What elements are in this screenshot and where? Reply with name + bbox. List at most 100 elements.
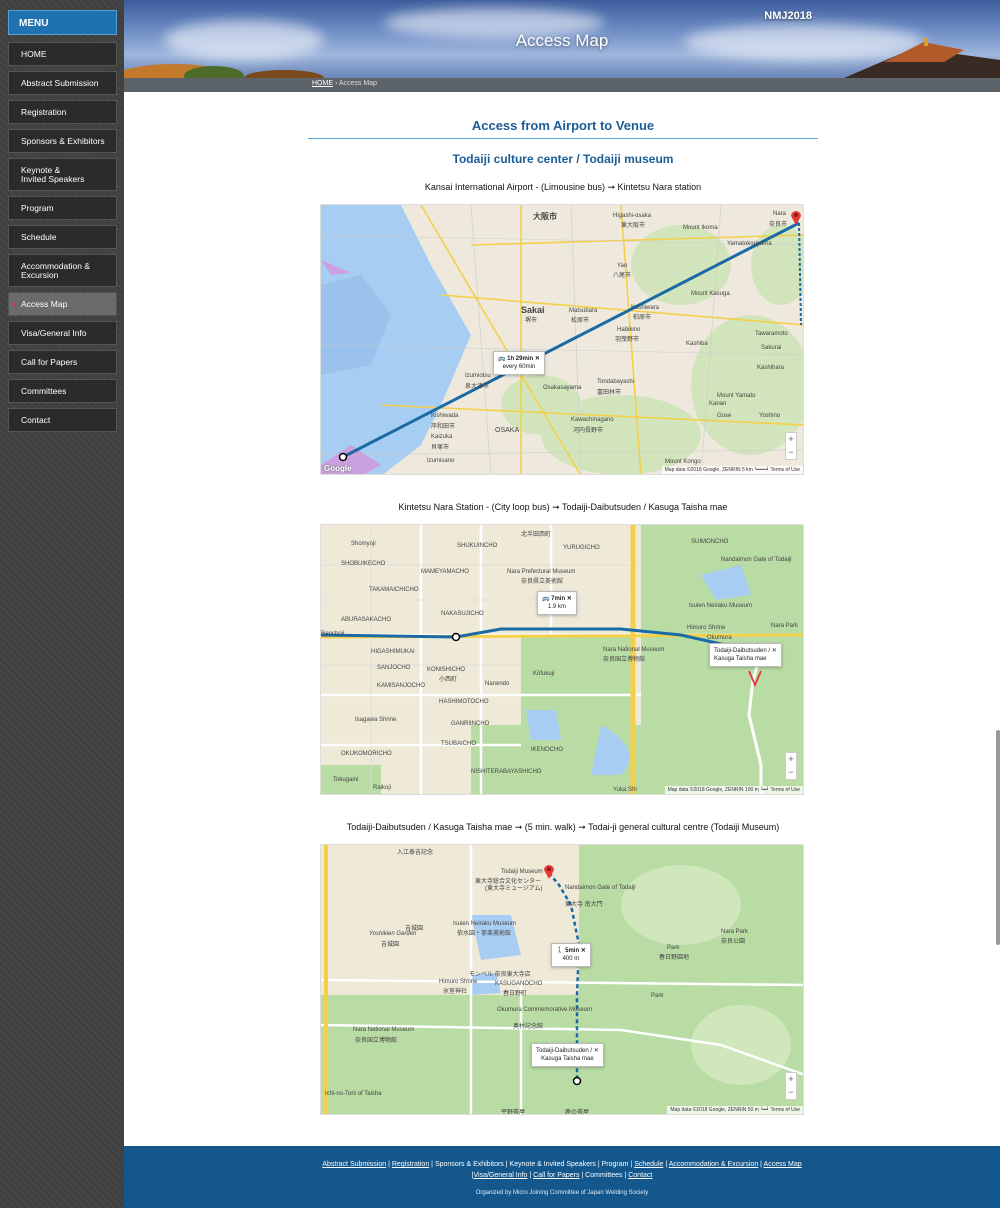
map-label: TSUBAICHO [441, 741, 477, 747]
sidebar-item-label: Access Map [21, 298, 68, 309]
map-label: 堺市 [525, 318, 538, 324]
map-label: Nanendo [485, 681, 510, 687]
map-attribution[interactable]: Map data ©2018 Google, ZENRIN 100 m ┕━┙ … [664, 786, 803, 794]
route-label-2: Kintetsu Nara Station - (City loop bus) … [398, 502, 728, 512]
map-label: 氷室神社 [443, 989, 468, 995]
map-label: モンベル 奈良東大寺店 [469, 972, 531, 978]
map-label: 河内長野市 [573, 428, 604, 434]
route-info-bubble[interactable]: 🚌 1h 29min ✕ every 60min [493, 351, 545, 375]
sidebar-item-home[interactable]: HOME [8, 42, 117, 66]
map-nara-to-todaiji[interactable]: SHUKUINCHO YURUGICHO 北半田西町 Shomyoji SHOB… [320, 524, 804, 795]
map-label: Matsubara [569, 308, 598, 314]
footer-link-call-for-papers[interactable]: Call for Papers [533, 1172, 579, 1179]
destination-marker-icon[interactable] [543, 863, 555, 879]
zoom-out-button[interactable]: − [786, 766, 796, 779]
map-label: Mount Yamato [717, 393, 756, 399]
map-label: Kashiba [686, 341, 708, 347]
footer-link-program[interactable]: Program [602, 1161, 629, 1168]
map-walk-to-museum[interactable]: 入江泰吉記念 Todaiji Museum 東大寺総合文化センター (東大寺ミュ… [320, 844, 804, 1115]
map-label: Tawaramoto [755, 331, 788, 337]
brand-label: NMJ2018 [764, 10, 812, 22]
footer-link-access-map[interactable]: Access Map [764, 1161, 802, 1168]
map-label: Yoshino [759, 413, 781, 419]
zoom-controls[interactable]: + − [785, 432, 797, 460]
footer-link-accommodation[interactable]: Accommodation & Excursion [669, 1161, 758, 1168]
sidebar-item-keynote[interactable]: Keynote & Invited Speakers [8, 158, 117, 191]
route-frequency: every 60min [502, 364, 536, 370]
sidebar-item-schedule[interactable]: Schedule [8, 225, 117, 249]
map-label: 奈良市 [769, 222, 788, 228]
sidebar-item-access-map[interactable]: Access Map [8, 292, 117, 316]
map-label: Sakai [521, 305, 545, 315]
map-airport-to-nara[interactable]: 大阪市 Higashi-osaka 東大阪市 Nara 奈良市 Mount Ik… [320, 204, 804, 475]
footer-link-registration[interactable]: Registration [392, 1161, 429, 1168]
map-label: ABURASAKACHO [341, 617, 392, 623]
map-label: Raikoji [373, 785, 392, 791]
map-attribution[interactable]: Map data ©2018 Google, ZENRIN 50 m ┕━┙ T… [667, 1106, 803, 1114]
sidebar-item-call-for-papers[interactable]: Call for Papers [8, 350, 117, 374]
sidebar-item-label: Accommodation & Excursion [21, 260, 90, 280]
map-label: Isuien Neiraku Museum [453, 921, 517, 927]
footer-link-contact[interactable]: Contact [628, 1172, 652, 1179]
route-label-1: Kansai International Airport - (Limousin… [424, 182, 702, 192]
sidebar-item-label: Committees [21, 385, 67, 396]
map-label: Nandaimon Gate of Todaiji [721, 557, 792, 563]
footer-link-keynote[interactable]: Keynote & Invited Speakers [510, 1161, 596, 1168]
route-info-bubble[interactable]: 🚌 7min ✕ 1.9 km [537, 591, 577, 615]
map-label: YURUGICHO [563, 545, 600, 551]
destination-bubble[interactable]: Todaiji-Daibutsuden / ✕ Kasuga Taisha ma… [531, 1043, 604, 1067]
zoom-controls[interactable]: + − [785, 752, 797, 780]
map-label: Nara National Museum [603, 647, 665, 653]
map-label: 春日野町 [503, 991, 528, 997]
map-label: Yamatokoriyama [727, 241, 772, 247]
scrollbar[interactable] [996, 730, 1000, 945]
footer-link-sponsors[interactable]: Sponsors & Exhibitors [435, 1161, 504, 1168]
zoom-in-button[interactable]: + [786, 433, 796, 446]
footer-link-abstract[interactable]: Abstract Submission [322, 1161, 386, 1168]
sidebar-item-sponsors[interactable]: Sponsors & Exhibitors [8, 129, 117, 153]
footer-link-schedule[interactable]: Schedule [634, 1161, 663, 1168]
active-indicator-icon [13, 302, 16, 306]
map-label: Tondabayashi [597, 379, 635, 385]
map-label: HIGASHIMUKAI [371, 649, 415, 655]
footer-link-visa[interactable]: Visa/General Info [473, 1172, 527, 1179]
zoom-out-button[interactable]: − [786, 1086, 796, 1099]
sidebar-item-label: Call for Papers [21, 356, 78, 367]
section-title: Access from Airport to Venue [308, 118, 818, 139]
map-label: Yuka Shi [613, 787, 637, 793]
map-label: Izumiotsu [465, 373, 491, 379]
zoom-controls[interactable]: + − [785, 1072, 797, 1100]
map-label: Kashihara [757, 365, 785, 371]
destination-marker-icon[interactable] [790, 209, 802, 225]
destination-bubble[interactable]: Todaiji-Daibutsuden / ✕ Kasuga Taisha ma… [709, 643, 782, 667]
map-attribution[interactable]: Map data ©2018 Google, ZENRIN 5 km ┕━━━┙… [661, 466, 803, 474]
sidebar: MENU HOME Abstract Submission Registrati… [0, 0, 124, 1208]
map-label: Ichi-no-Torii of Taisha [325, 1091, 382, 1097]
zoom-in-button[interactable]: + [786, 753, 796, 766]
map-label: Kashiwara [631, 305, 660, 311]
map-label: Izumisano [427, 458, 455, 464]
map-label: Sakurai [761, 345, 782, 351]
map-label: 依水園・寧楽美術館 [457, 931, 512, 937]
zoom-out-button[interactable]: − [786, 446, 796, 459]
breadcrumb-home-link[interactable]: HOME [312, 80, 333, 87]
route-info-bubble[interactable]: 🚶 5min ✕ 400 m [551, 943, 591, 967]
map-label: Kishiwada [431, 413, 459, 419]
sidebar-item-contact[interactable]: Contact [8, 408, 117, 432]
map-label: SANJOCHO [377, 665, 411, 671]
route-label-3: Todaiji-Daibutsuden / Kasuga Taisha mae … [346, 822, 780, 832]
sidebar-item-program[interactable]: Program [8, 196, 117, 220]
map-label: Yao [617, 263, 628, 269]
sidebar-item-accommodation[interactable]: Accommodation & Excursion [8, 254, 117, 287]
map-label: NAKASUJICHO [441, 611, 484, 617]
footer-organizer: Organized by Micro Joining Committee of … [475, 1190, 649, 1196]
sidebar-item-label: Sponsors & Exhibitors [21, 135, 105, 146]
map-label: KONISHICHO [427, 667, 466, 673]
sidebar-item-visa[interactable]: Visa/General Info [8, 321, 117, 345]
zoom-in-button[interactable]: + [786, 1073, 796, 1086]
footer-link-committees[interactable]: Committees [585, 1172, 622, 1179]
sidebar-item-abstract-submission[interactable]: Abstract Submission [8, 71, 117, 95]
sidebar-item-committees[interactable]: Committees [8, 379, 117, 403]
map-label: Nandaimon Gate of Todaiji [565, 885, 636, 891]
sidebar-item-registration[interactable]: Registration [8, 100, 117, 124]
